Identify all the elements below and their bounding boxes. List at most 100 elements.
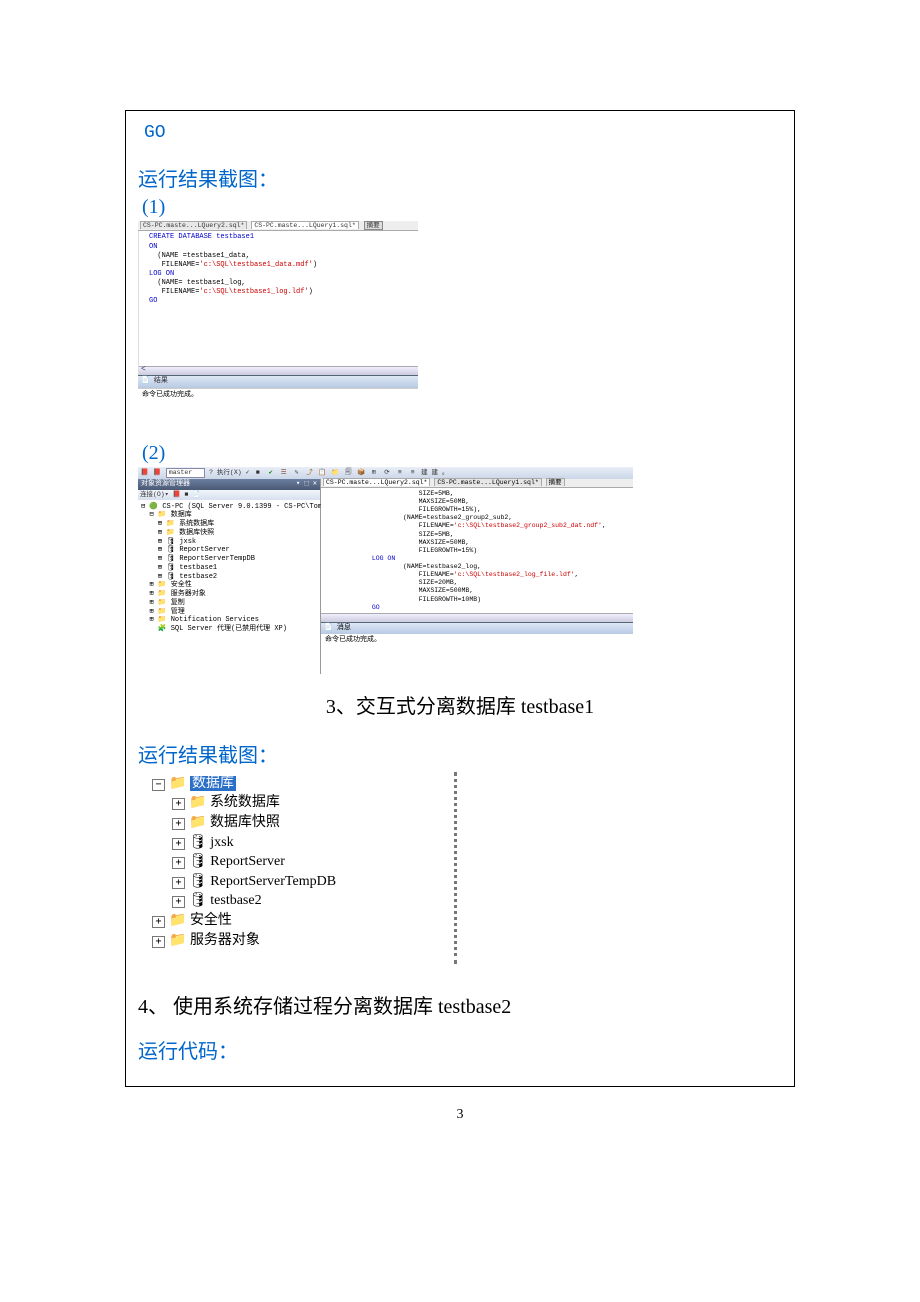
- subsection-2: (2): [142, 442, 782, 465]
- code-line: CREATE DATABASE testbase1: [149, 233, 254, 241]
- toolbar-icon[interactable]: ≡: [395, 469, 404, 477]
- tree-root[interactable]: CS-PC (SQL Server 9.0.1399 - CS-PC\Tom): [162, 503, 326, 511]
- toolbar-icon[interactable]: ⤴: [305, 469, 314, 477]
- execute-button[interactable]: ? 执行(X) ✓: [209, 469, 249, 476]
- tree-jxsk[interactable]: jxsk: [210, 835, 233, 850]
- result-message-2: 命令已成功完成。: [321, 634, 633, 661]
- result-tab-2[interactable]: 📄 消息: [321, 622, 633, 634]
- tree-snapshot[interactable]: 数据库快照: [210, 815, 280, 830]
- code-line: GO: [149, 297, 157, 305]
- toolbar-text: 建 建 。: [421, 469, 448, 476]
- explorer-toolbar[interactable]: 连接(O)▾ 📕 ■ 📄 🝸: [138, 490, 320, 500]
- code-editor-2[interactable]: SIZE=5MB, MAXSIZE=50MB, FILEGROWTH=15%),…: [321, 488, 633, 622]
- tree-management[interactable]: 管理: [171, 608, 185, 616]
- toolbar-icon[interactable]: 📕: [153, 469, 162, 477]
- screenshot-3: −📁 数据库 +📁 系统数据库 +📁 数据库快照 +🛢 jxsk +🛢 Repo…: [138, 772, 457, 964]
- tree-testbase2[interactable]: testbase2: [210, 893, 261, 908]
- tree-replication[interactable]: 复制: [171, 599, 185, 607]
- expand-icon[interactable]: +: [172, 838, 185, 850]
- toolbar-icon[interactable]: 🗐: [344, 469, 353, 477]
- collapse-icon[interactable]: −: [152, 779, 165, 791]
- tab-query1[interactable]: CS-PC.maste...LQuery1.sql*: [434, 478, 541, 486]
- tab-query1[interactable]: CS-PC.maste...LQuery1.sql*: [251, 221, 358, 229]
- ssms-toolbar: 📕 📕 master ? 执行(X) ✓ ■ ✔ ☰ ✎ ⤴ 📋 📁 🗐 📦 ⊞…: [138, 467, 633, 479]
- tree-notification[interactable]: Notification Services: [171, 616, 259, 624]
- tree-jxsk[interactable]: jxsk: [179, 538, 196, 546]
- tree-testbase2[interactable]: testbase2: [179, 573, 217, 581]
- toolbar-icon[interactable]: 📁: [331, 469, 340, 477]
- tab-query2[interactable]: CS-PC.maste...LQuery2.sql*: [140, 221, 247, 229]
- tree-agent[interactable]: SQL Server 代理(已禁用代理 XP): [171, 625, 287, 633]
- page-frame: GO 运行结果截图： (1) CS-PC.maste...LQuery2.sql…: [125, 110, 795, 1087]
- toolbar-icon[interactable]: 📋: [318, 469, 327, 477]
- toolbar-icon[interactable]: ✎: [292, 469, 301, 477]
- screenshot-1: CS-PC.maste...LQuery2.sql* CS-PC.maste..…: [138, 221, 418, 430]
- code-line: (NAME= testbase1_log,: [149, 279, 246, 287]
- heading-step4: 4、 使用系统存储过程分离数据库 testbase2: [138, 990, 782, 1019]
- toolbar-icon[interactable]: ✔: [266, 469, 275, 477]
- code-line: FILENAME=: [149, 261, 199, 269]
- screenshot-2: 📕 📕 master ? 执行(X) ✓ ■ ✔ ☰ ✎ ⤴ 📋 📁 🗐 📦 ⊞…: [138, 467, 633, 674]
- toolbar-icon[interactable]: ⟳: [382, 469, 391, 477]
- screenshot-title-3: 运行结果截图：: [138, 739, 782, 768]
- code-string: 'c:\SQL\testbase1_log.ldf': [199, 288, 308, 296]
- code-line: FILENAME=: [149, 288, 199, 296]
- result-tab[interactable]: 📄 结果: [138, 375, 418, 387]
- code-line: ): [309, 288, 313, 296]
- tree-sysdb[interactable]: 系统数据库: [210, 795, 280, 810]
- object-explorer: 对象资源管理器 ▾ ⬚ ✕ 连接(O)▾ 📕 ■ 📄 🝸 ⊟ 🟢 CS-PC (…: [138, 479, 321, 674]
- explorer-title: 对象资源管理器 ▾ ⬚ ✕: [138, 479, 320, 490]
- expand-icon[interactable]: +: [152, 916, 165, 928]
- tree-reportserver-temp[interactable]: ReportServerTempDB: [210, 874, 336, 889]
- result-message: 命令已成功完成。: [138, 388, 418, 430]
- toolbar-icon[interactable]: 📦: [357, 469, 366, 477]
- tree-testbase1[interactable]: testbase1: [179, 564, 217, 572]
- toolbar-icon[interactable]: ⊞: [370, 469, 379, 477]
- tab-query2[interactable]: CS-PC.maste...LQuery2.sql*: [323, 478, 430, 486]
- editor-tabbar-1: CS-PC.maste...LQuery2.sql* CS-PC.maste..…: [138, 221, 418, 231]
- tree-db-highlight[interactable]: 数据库: [190, 776, 236, 791]
- heading-step3: 3、交互式分离数据库 testbase1: [138, 690, 782, 719]
- tree-reportserver[interactable]: ReportServer: [210, 854, 285, 869]
- explorer-window-controls[interactable]: ▾ ⬚ ✕: [296, 480, 317, 489]
- tab-summary[interactable]: 摘要: [546, 478, 565, 486]
- tree-snapshot[interactable]: 数据库快照: [179, 529, 214, 537]
- ssms-body: 对象资源管理器 ▾ ⬚ ✕ 连接(O)▾ 📕 ■ 📄 🝸 ⊟ 🟢 CS-PC (…: [138, 479, 633, 674]
- expand-icon[interactable]: +: [172, 896, 185, 908]
- tree-sysdb[interactable]: 系统数据库: [179, 520, 214, 528]
- toolbar-icon[interactable]: ☰: [279, 469, 288, 477]
- expand-icon[interactable]: +: [152, 936, 165, 948]
- run-code-label: 运行代码：: [138, 1035, 782, 1064]
- explorer-tree[interactable]: ⊟ 🟢 CS-PC (SQL Server 9.0.1399 - CS-PC\T…: [138, 500, 320, 674]
- tree-reportserver-temp[interactable]: ReportServerTempDB: [179, 555, 255, 563]
- tab-summary[interactable]: 摘要: [364, 221, 383, 230]
- subsection-1: (1): [142, 196, 782, 219]
- content: GO 运行结果截图： (1) CS-PC.maste...LQuery2.sql…: [126, 111, 794, 1086]
- expand-icon[interactable]: +: [172, 857, 185, 869]
- tree-security[interactable]: 安全性: [190, 913, 232, 928]
- tree-databases[interactable]: 数据库: [171, 511, 192, 519]
- editor-panel: CS-PC.maste...LQuery2.sql* CS-PC.maste..…: [321, 479, 633, 674]
- expand-icon[interactable]: +: [172, 818, 185, 830]
- tree-serverobjects[interactable]: 服务器对象: [190, 933, 260, 948]
- editor-tabbar-2: CS-PC.maste...LQuery2.sql* CS-PC.maste..…: [321, 479, 633, 488]
- toolbar-icon[interactable]: 📕: [140, 469, 149, 477]
- code-editor-1[interactable]: CREATE DATABASE testbase1 ON (NAME =test…: [138, 231, 418, 375]
- go-keyword: GO: [144, 123, 782, 143]
- tree-reportserver[interactable]: ReportServer: [179, 546, 229, 554]
- tree-security[interactable]: 安全性: [171, 581, 192, 589]
- toolbar-icon[interactable]: ■: [253, 469, 262, 477]
- page-number: 3: [0, 1107, 920, 1123]
- screenshot-title-1: 运行结果截图：: [138, 163, 782, 192]
- database-combo[interactable]: master: [166, 468, 205, 478]
- code-line: LOG ON: [149, 270, 174, 278]
- horizontal-scrollbar[interactable]: [139, 366, 418, 375]
- code-string: 'c:\SQL\testbase1_data.mdf': [199, 261, 312, 269]
- code-line: ): [313, 261, 317, 269]
- toolbar-icon[interactable]: ≡: [408, 469, 417, 477]
- tree-serverobjects[interactable]: 服务器对象: [171, 590, 206, 598]
- expand-icon[interactable]: +: [172, 877, 185, 889]
- explorer-title-text: 对象资源管理器: [141, 480, 190, 489]
- horizontal-scrollbar[interactable]: [321, 613, 633, 622]
- expand-icon[interactable]: +: [172, 798, 185, 810]
